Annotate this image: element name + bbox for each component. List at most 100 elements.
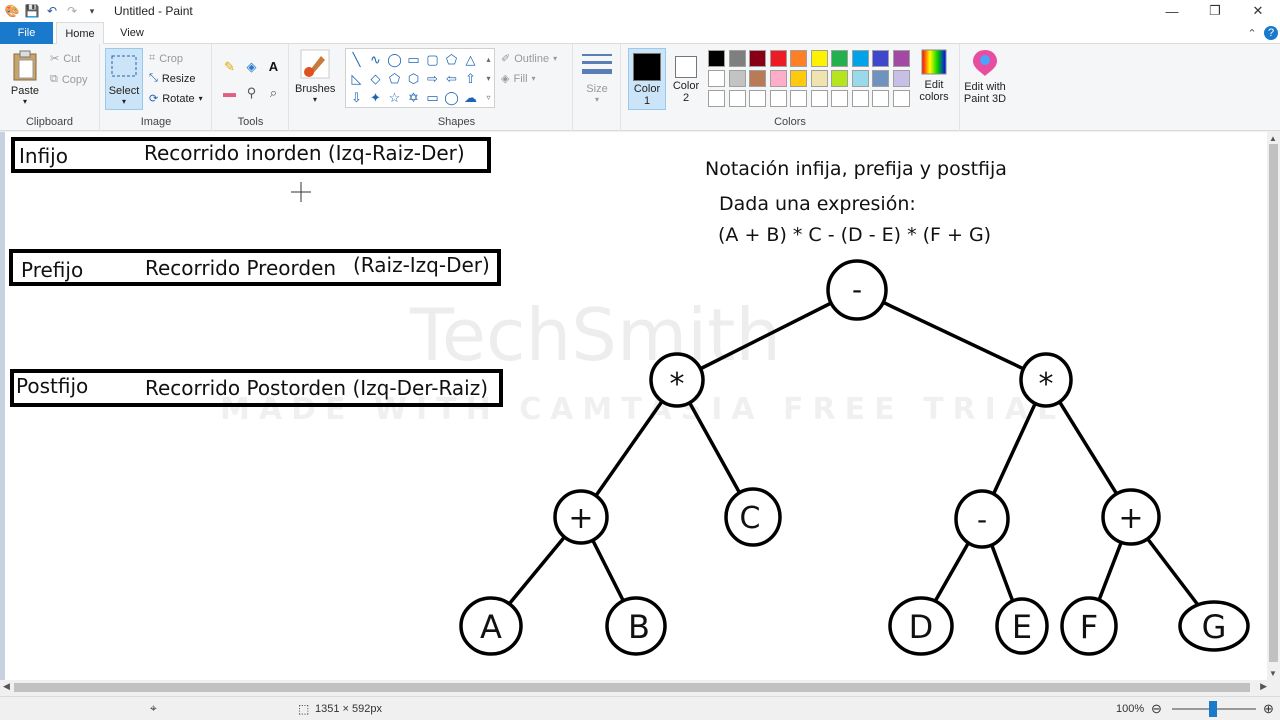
custom-color-slot[interactable] (810, 90, 828, 107)
palette-swatch[interactable] (708, 50, 725, 67)
text-tool-icon[interactable]: A (265, 58, 282, 75)
polygon-shape-icon[interactable]: ⬠ (443, 51, 460, 68)
right-triangle-shape-icon[interactable]: ◺ (348, 70, 365, 87)
palette-swatch[interactable] (749, 50, 766, 67)
up-arrow-shape-icon[interactable]: ⇧ (462, 70, 479, 87)
color2-button[interactable]: Color 2 (668, 48, 704, 110)
select-button[interactable]: Select ▾ (105, 48, 143, 110)
shapes-gallery: ╲ ∿ ◯ ▭ ▢ ⬠ △ ◺ ◇ ⬠ ⬡ ⇨ ⇦ ⇧ ⇩ ✦ ☆ ✡ ▭ ◯ … (345, 48, 495, 108)
save-icon[interactable]: 💾 (24, 3, 40, 19)
down-arrow-shape-icon[interactable]: ⇩ (348, 89, 365, 106)
rotate-button[interactable]: ⟳ Rotate ▾ (149, 92, 203, 106)
callout-oval-shape-icon[interactable]: ◯ (443, 89, 460, 106)
undo-icon[interactable]: ↶ (44, 3, 60, 19)
custom-color-slot[interactable] (708, 90, 725, 107)
minimize-button[interactable]: — (1150, 0, 1194, 22)
custom-color-slot[interactable] (872, 90, 889, 107)
palette-swatch[interactable] (749, 70, 766, 87)
rounded-rectangle-shape-icon[interactable]: ▢ (424, 51, 441, 68)
four-point-star-shape-icon[interactable]: ✦ (367, 89, 384, 106)
palette-swatch[interactable] (810, 70, 828, 87)
palette-swatch[interactable] (790, 70, 807, 87)
palette-swatch[interactable] (892, 50, 910, 67)
copy-button[interactable]: ⧉ Copy (50, 73, 88, 86)
edit-colors-button[interactable]: Edit colors (913, 48, 955, 103)
vertical-scrollbar[interactable]: ▲ ▼ (1267, 132, 1280, 680)
gallery-scroll-up-icon[interactable]: ▴ (480, 51, 497, 68)
palette-swatch[interactable] (831, 50, 848, 67)
crop-button[interactable]: ⌗ Crop (149, 52, 183, 65)
cut-button[interactable]: ✂ Cut (50, 52, 80, 66)
palette-swatch[interactable] (769, 70, 787, 87)
tab-home[interactable]: Home (56, 22, 104, 45)
palette-swatch[interactable] (872, 50, 889, 67)
callout-rect-shape-icon[interactable]: ▭ (424, 89, 441, 106)
palette-swatch[interactable] (810, 50, 828, 67)
custom-color-slot[interactable] (728, 90, 746, 107)
color-picker-icon[interactable]: ⚲ (243, 84, 260, 101)
scroll-up-icon[interactable]: ▲ (1269, 134, 1277, 143)
fill-bucket-icon[interactable]: ◈ (243, 58, 260, 75)
custom-color-slot[interactable] (769, 90, 787, 107)
five-point-star-shape-icon[interactable]: ☆ (386, 89, 403, 106)
magnifier-icon[interactable]: ⌕ (265, 84, 282, 101)
customize-quick-access-icon[interactable]: ▾ (84, 3, 100, 19)
fill-button[interactable]: ◈ Fill ▾ (501, 72, 536, 86)
palette-swatch[interactable] (851, 50, 869, 67)
oval-shape-icon[interactable]: ◯ (386, 51, 403, 68)
palette-swatch[interactable] (851, 70, 869, 87)
line-shape-icon[interactable]: ╲ (348, 51, 365, 68)
close-button[interactable]: ✕ (1236, 0, 1280, 22)
callout-cloud-shape-icon[interactable]: ☁ (462, 89, 479, 106)
custom-color-slot[interactable] (831, 90, 848, 107)
custom-color-slot[interactable] (749, 90, 766, 107)
palette-swatch[interactable] (708, 70, 725, 87)
redo-icon[interactable]: ↷ (64, 3, 80, 19)
six-point-star-shape-icon[interactable]: ✡ (405, 89, 422, 106)
palette-swatch[interactable] (831, 70, 848, 87)
custom-color-slot[interactable] (790, 90, 807, 107)
edit-with-paint3d-button[interactable]: Edit with Paint 3D (961, 48, 1009, 105)
horizontal-scroll-thumb[interactable] (14, 683, 1250, 692)
horizontal-scrollbar[interactable]: ◀ ▶ (0, 680, 1280, 695)
rectangle-shape-icon[interactable]: ▭ (405, 51, 422, 68)
diamond-shape-icon[interactable]: ◇ (367, 70, 384, 87)
left-arrow-shape-icon[interactable]: ⇦ (443, 70, 460, 87)
color1-button[interactable]: Color 1 (628, 48, 666, 110)
zoom-slider-thumb[interactable] (1209, 701, 1217, 717)
right-arrow-shape-icon[interactable]: ⇨ (424, 70, 441, 87)
tab-view[interactable]: View (110, 22, 154, 44)
zoom-in-icon[interactable]: ⊕ (1263, 701, 1274, 717)
resize-button[interactable]: ⤡ Resize (149, 72, 195, 85)
scroll-left-icon[interactable]: ◀ (3, 681, 10, 692)
outline-button[interactable]: ✐ Outline ▾ (501, 52, 557, 66)
tab-file[interactable]: File (0, 22, 53, 44)
palette-swatch[interactable] (790, 50, 807, 67)
pentagon-shape-icon[interactable]: ⬠ (386, 70, 403, 87)
palette-swatch[interactable] (872, 70, 889, 87)
custom-color-slot[interactable] (892, 90, 910, 107)
pencil-icon[interactable]: ✎ (221, 58, 238, 75)
scroll-down-icon[interactable]: ▼ (1269, 669, 1277, 678)
size-button[interactable]: Size ▾ (578, 48, 616, 104)
paste-button[interactable]: Paste ▾ (6, 48, 44, 106)
triangle-shape-icon[interactable]: △ (462, 51, 479, 68)
custom-color-slot[interactable] (851, 90, 869, 107)
gallery-more-icon[interactable]: ▿ (480, 89, 497, 106)
eraser-icon[interactable]: ▬ (221, 84, 238, 101)
vertical-scroll-thumb[interactable] (1269, 144, 1278, 662)
help-icon[interactable]: ? (1264, 26, 1278, 40)
zoom-out-icon[interactable]: ⊖ (1151, 701, 1162, 717)
palette-swatch[interactable] (728, 50, 746, 67)
drawing-canvas[interactable]: Infijo Recorrido inorden (Izq-Raiz-Der) … (5, 132, 1267, 680)
palette-swatch[interactable] (892, 70, 910, 87)
hexagon-shape-icon[interactable]: ⬡ (405, 70, 422, 87)
gallery-scroll-down-icon[interactable]: ▾ (480, 70, 497, 87)
curve-shape-icon[interactable]: ∿ (367, 51, 384, 68)
scroll-right-icon[interactable]: ▶ (1260, 681, 1267, 692)
palette-swatch[interactable] (769, 50, 787, 67)
brushes-button[interactable]: Brushes ▾ (295, 48, 335, 104)
collapse-ribbon-icon[interactable]: ⌃ (1244, 25, 1260, 41)
maximize-button[interactable]: ❐ (1193, 0, 1237, 22)
palette-swatch[interactable] (728, 70, 746, 87)
